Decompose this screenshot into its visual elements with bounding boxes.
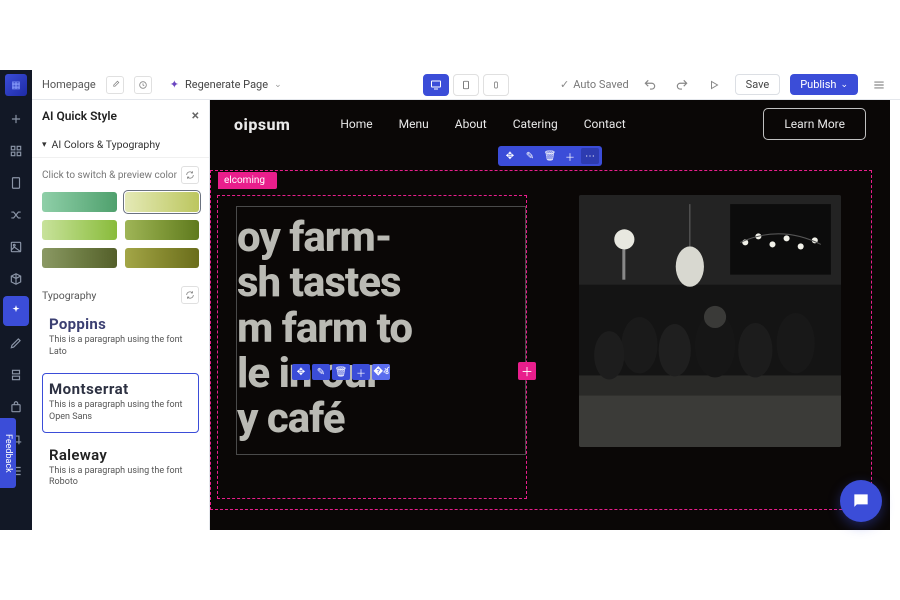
hero-text-column[interactable]: elcoming oy farm- sh tastes m farm to le…	[217, 195, 527, 499]
panel-title: AI Quick Style	[42, 109, 117, 123]
history-icon[interactable]	[134, 76, 152, 94]
chat-bubble-icon[interactable]	[840, 480, 882, 522]
move-icon[interactable]: ✥	[292, 364, 310, 380]
section-colors-typography[interactable]: ▾ AI Colors & Typography	[32, 132, 209, 158]
rail-add-icon[interactable]	[0, 104, 32, 134]
rail-page-icon[interactable]	[0, 168, 32, 198]
font-option-poppins[interactable]: Poppins This is a paragraph using the fo…	[42, 308, 199, 367]
section-badge: elcoming	[218, 172, 277, 189]
site-nav: oipsum Home Menu About Catering Contact …	[210, 100, 890, 148]
caret-down-icon: ▾	[42, 140, 47, 150]
delete-icon[interactable]: 🗑	[332, 364, 350, 380]
check-icon: ✓	[560, 78, 569, 91]
color-swatch-1[interactable]	[42, 192, 117, 212]
device-tablet-button[interactable]	[453, 74, 479, 96]
rail-sparkle-icon[interactable]	[3, 296, 29, 326]
typography-label: Typography	[42, 289, 96, 302]
rail-shuffle-icon[interactable]	[0, 200, 32, 230]
delete-icon[interactable]: 🗑	[541, 148, 559, 164]
chevron-down-icon: ⌄	[274, 80, 282, 90]
rail-grid-icon[interactable]	[0, 136, 32, 166]
share-icon[interactable]: �శ	[372, 364, 390, 380]
device-mobile-button[interactable]	[483, 74, 509, 96]
headline-box[interactable]: oy farm- sh tastes m farm to le in our y…	[236, 206, 526, 455]
sparkle-icon: ✦	[170, 78, 179, 91]
feedback-tab[interactable]: Feedback	[0, 418, 16, 488]
rail-image-icon[interactable]	[0, 232, 32, 262]
breadcrumb[interactable]: Homepage	[42, 78, 96, 91]
nav-link-catering[interactable]: Catering	[513, 117, 558, 131]
app-logo-icon[interactable]: ▦	[5, 74, 27, 96]
font-desc: This is a paragraph using the font Robot…	[49, 466, 192, 489]
color-swatch-5[interactable]	[42, 248, 117, 268]
font-name: Raleway	[49, 446, 192, 464]
color-hint: Click to switch & preview color	[42, 170, 177, 181]
color-swatch-6[interactable]	[125, 248, 200, 268]
redo-button[interactable]	[671, 74, 693, 96]
ai-quick-style-panel: AI Quick Style × ▾ AI Colors & Typograph…	[32, 100, 210, 530]
site-logo[interactable]: oipsum	[234, 115, 290, 134]
add-icon[interactable]: ＋	[352, 364, 370, 380]
regenerate-label: Regenerate Page	[185, 78, 268, 91]
add-icon[interactable]: ＋	[561, 148, 579, 164]
close-icon[interactable]: ×	[192, 108, 199, 124]
save-button[interactable]: Save	[735, 74, 781, 95]
edit-icon[interactable]: ✎	[521, 148, 539, 164]
rail-cube-icon[interactable]	[0, 264, 32, 294]
undo-button[interactable]	[639, 74, 661, 96]
add-column-button[interactable]: ＋	[518, 362, 536, 380]
canvas-preview[interactable]: oipsum Home Menu About Catering Contact …	[210, 100, 890, 530]
font-option-raleway[interactable]: Raleway This is a paragraph using the fo…	[42, 439, 199, 498]
font-name: Montserrat	[49, 380, 192, 398]
more-icon[interactable]: ⋯	[581, 148, 599, 164]
rail-pen-icon[interactable]	[0, 328, 32, 358]
regenerate-page-button[interactable]: ✦ Regenerate Page ⌄	[170, 78, 282, 91]
nav-link-menu[interactable]: Menu	[399, 117, 429, 131]
move-icon[interactable]: ✥	[501, 148, 519, 164]
top-bar: Homepage ✦ Regenerate Page ⌄ ✓ Auto Save…	[32, 70, 900, 100]
nav-link-contact[interactable]: Contact	[584, 117, 626, 131]
learn-more-button[interactable]: Learn More	[763, 108, 866, 140]
element-toolbar: ✥ ✎ 🗑 ＋ �శ	[292, 364, 390, 380]
hero-section[interactable]: elcoming oy farm- sh tastes m farm to le…	[210, 170, 872, 510]
font-option-montserrat[interactable]: Montserrat This is a paragraph using the…	[42, 373, 199, 432]
headline-text[interactable]: oy farm- sh tastes m farm to le in our y…	[237, 215, 515, 442]
rail-layers-icon[interactable]	[0, 360, 32, 390]
edit-icon[interactable]: ✎	[312, 364, 330, 380]
link-icon[interactable]	[106, 76, 124, 94]
nav-link-home[interactable]: Home	[340, 117, 372, 131]
publish-button[interactable]: Publish ⌄	[790, 74, 858, 95]
font-desc: This is a paragraph using the font Lato	[49, 335, 192, 358]
nav-link-about[interactable]: About	[455, 117, 487, 131]
menu-icon[interactable]	[868, 74, 890, 96]
preview-button[interactable]	[703, 74, 725, 96]
auto-saved-status: ✓ Auto Saved	[560, 78, 629, 91]
refresh-colors-icon[interactable]	[181, 166, 199, 184]
chevron-down-icon: ⌄	[840, 80, 848, 90]
device-desktop-button[interactable]	[423, 74, 449, 96]
font-desc: This is a paragraph using the font Open …	[49, 400, 192, 423]
color-swatch-3[interactable]	[42, 220, 117, 240]
color-swatch-2[interactable]	[125, 192, 200, 212]
refresh-typography-icon[interactable]	[181, 286, 199, 304]
hero-image[interactable]	[579, 195, 841, 447]
section-toolbar: ✥ ✎ 🗑 ＋ ⋯	[498, 146, 602, 166]
color-swatch-4[interactable]	[125, 220, 200, 240]
font-name: Poppins	[49, 315, 192, 333]
